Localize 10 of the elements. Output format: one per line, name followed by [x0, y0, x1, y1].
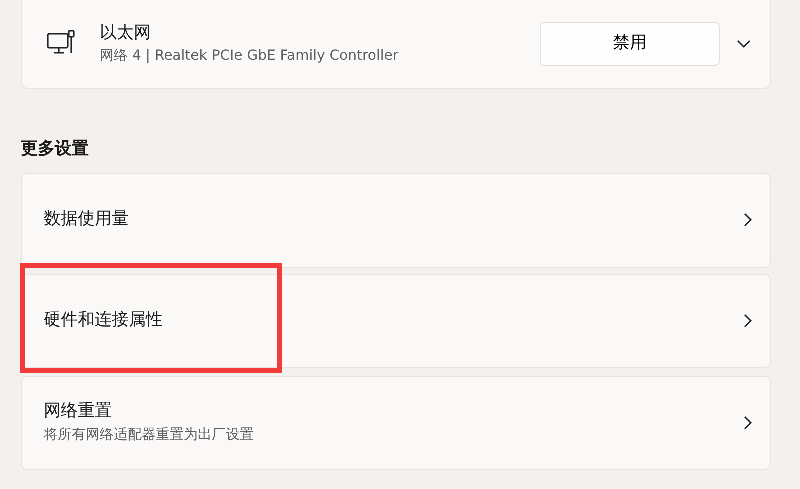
item-title: 硬件和连接属性	[44, 308, 164, 332]
adapter-description: 网络 4 | Realtek PCIe GbE Family Controller	[100, 47, 400, 66]
item-title: 网络重置	[44, 400, 113, 424]
section-title: 更多设置	[21, 138, 90, 161]
adapter-name: 以太网	[100, 22, 152, 45]
settings-item[interactable]: 网络重置 将所有网络适配器重置为出厂设置	[21, 376, 771, 470]
disable-button[interactable]: 禁用	[540, 22, 720, 66]
item-subtitle: 将所有网络适配器重置为出厂设置	[44, 426, 255, 445]
item-title: 数据使用量	[44, 208, 130, 232]
settings-item[interactable]: 数据使用量	[21, 172, 771, 268]
